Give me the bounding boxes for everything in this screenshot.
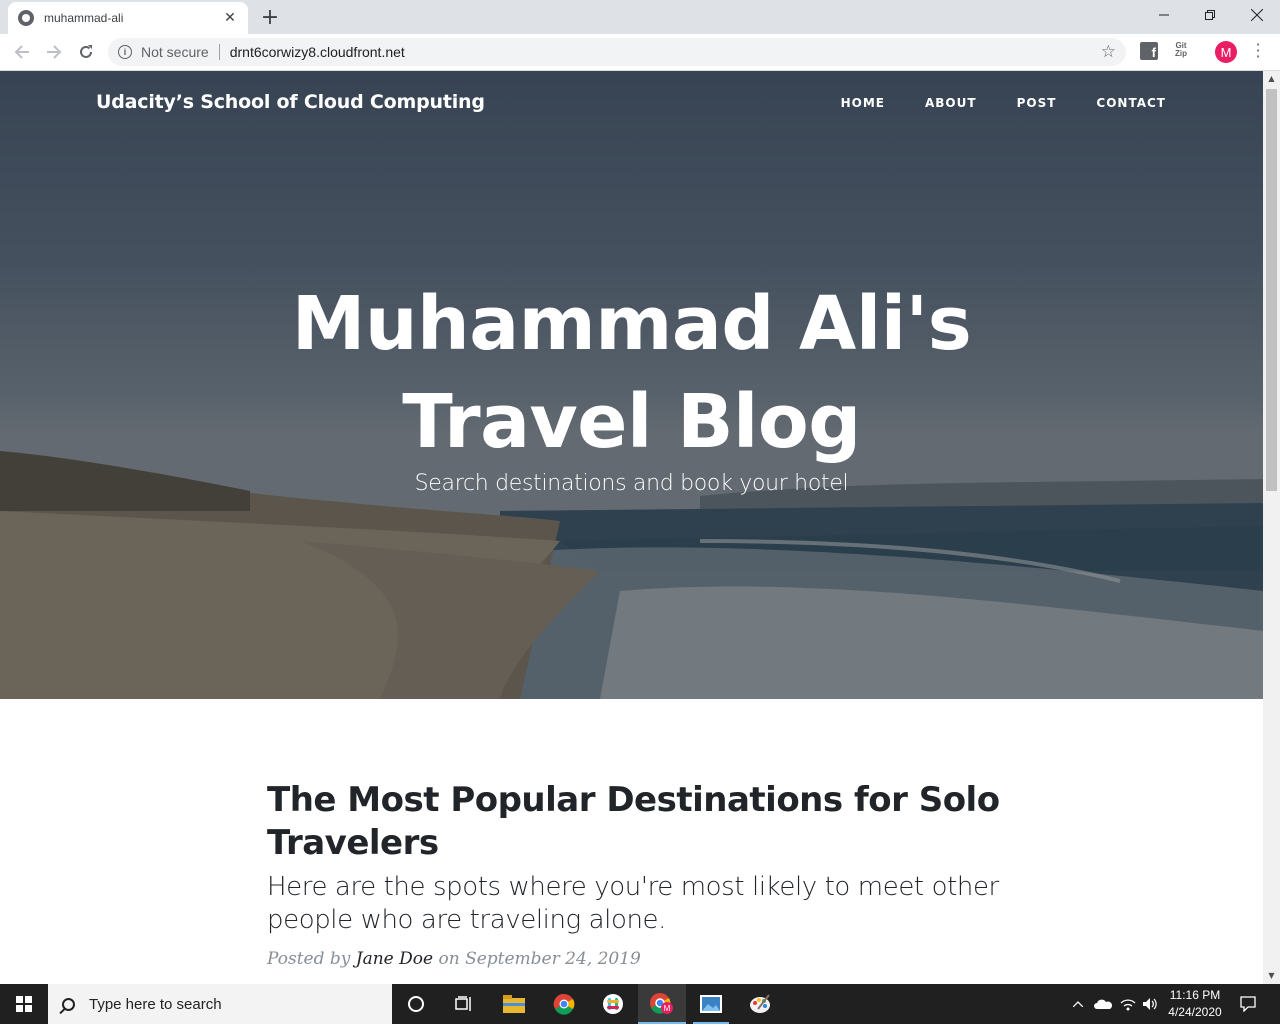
url-text[interactable]: drnt6corwizy8.cloudfront.net xyxy=(230,44,405,60)
chrome-profile-icon[interactable]: M xyxy=(638,984,686,1024)
new-tab-button[interactable]: + xyxy=(258,5,282,30)
system-clock[interactable]: 11:16 PM 4/24/2020 xyxy=(1160,987,1230,1021)
forward-icon[interactable] xyxy=(42,40,66,64)
reload-icon[interactable] xyxy=(74,40,98,64)
nav-home[interactable]: HOME xyxy=(841,96,885,110)
post-subtitle[interactable]: Here are the spots where you're most lik… xyxy=(267,871,1007,937)
scroll-up-icon[interactable]: ▲ xyxy=(1263,71,1280,87)
post-meta-prefix: Posted by xyxy=(267,949,351,969)
restore-icon[interactable] xyxy=(1187,0,1233,30)
scrollbar-thumb[interactable] xyxy=(1266,89,1277,491)
hero-subtitle: Search destinations and book your hotel xyxy=(414,471,849,496)
onedrive-icon[interactable] xyxy=(1092,984,1114,1024)
main-nav: HOME ABOUT POST CONTACT xyxy=(841,96,1166,110)
search-icon xyxy=(62,997,75,1011)
hero-title: Muhammad Ali's Travel Blog xyxy=(0,275,1263,471)
chrome-icon[interactable] xyxy=(540,984,588,1024)
nav-about[interactable]: ABOUT xyxy=(925,96,977,110)
browser-toolbar: i Not secure drnt6corwizy8.cloudfront.ne… xyxy=(0,34,1280,71)
show-hidden-icons-icon[interactable] xyxy=(1068,984,1088,1024)
info-icon[interactable]: i xyxy=(118,45,132,59)
tab-title: muhammad-ali xyxy=(44,11,124,25)
page-viewport: Udacity’s School of Cloud Computing HOME… xyxy=(0,71,1263,984)
scroll-down-icon[interactable]: ▼ xyxy=(1263,968,1280,984)
taskbar: Type here to search M 11:16 PM 4/24/2020 xyxy=(0,984,1280,1024)
browser-tab[interactable]: muhammad-ali ✕ xyxy=(8,2,248,34)
back-icon[interactable] xyxy=(10,40,34,64)
gitzip-line2: Zip xyxy=(1175,49,1187,58)
cortana-icon[interactable] xyxy=(392,984,440,1024)
start-button[interactable] xyxy=(0,984,48,1024)
windows-logo-icon xyxy=(16,996,32,1012)
post-preview[interactable]: The Most Popular Destinations for Solo T… xyxy=(267,779,1007,969)
post-author-link[interactable]: Jane Doe xyxy=(356,949,433,969)
nav-post[interactable]: POST xyxy=(1017,96,1057,110)
svg-text:M: M xyxy=(664,1004,671,1013)
task-view-icon[interactable] xyxy=(440,984,488,1024)
site-brand-link[interactable]: Udacity’s School of Cloud Computing xyxy=(96,91,485,113)
post-meta: Posted by Jane Doe on September 24, 2019 xyxy=(267,949,1007,969)
post-title[interactable]: The Most Popular Destinations for Solo T… xyxy=(267,779,1007,865)
file-explorer-icon[interactable] xyxy=(490,984,538,1024)
profile-avatar[interactable]: M xyxy=(1215,41,1237,63)
hero-title-line2: Travel Blog xyxy=(402,379,861,465)
paint-icon[interactable] xyxy=(736,984,784,1024)
globe-icon xyxy=(18,10,34,26)
photos-icon[interactable] xyxy=(687,984,735,1024)
clock-time: 11:16 PM xyxy=(1169,988,1221,1002)
security-label[interactable]: Not secure xyxy=(141,44,209,60)
nav-contact[interactable]: CONTACT xyxy=(1096,96,1166,110)
bookmark-star-icon[interactable]: ☆ xyxy=(1101,42,1116,62)
slack-icon[interactable] xyxy=(589,984,637,1024)
post-date: on September 24, 2019 xyxy=(438,949,641,969)
search-placeholder: Type here to search xyxy=(89,995,222,1013)
wifi-icon[interactable] xyxy=(1118,984,1138,1024)
window-close-icon[interactable] xyxy=(1234,0,1280,30)
taskbar-search[interactable]: Type here to search xyxy=(48,984,392,1024)
hero-title-line1: Muhammad Ali's xyxy=(291,281,972,367)
volume-icon[interactable] xyxy=(1140,984,1160,1024)
hero-header: Udacity’s School of Cloud Computing HOME… xyxy=(0,71,1263,699)
minimize-icon[interactable] xyxy=(1141,0,1187,30)
notifications-icon[interactable] xyxy=(1236,984,1260,1024)
divider xyxy=(218,44,220,60)
facebook-extension-icon[interactable]: f xyxy=(1140,42,1158,60)
address-bar[interactable]: i Not secure drnt6corwizy8.cloudfront.ne… xyxy=(108,38,1126,66)
clock-date: 4/24/2020 xyxy=(1168,1005,1222,1019)
page-scrollbar[interactable]: ▲ ▼ xyxy=(1263,71,1280,984)
more-menu-icon[interactable]: · · · xyxy=(1250,37,1266,65)
close-tab-icon[interactable]: ✕ xyxy=(222,10,238,26)
gitzip-extension-icon[interactable]: Git Zip xyxy=(1172,42,1190,60)
tab-strip: muhammad-ali ✕ + xyxy=(0,0,1280,34)
